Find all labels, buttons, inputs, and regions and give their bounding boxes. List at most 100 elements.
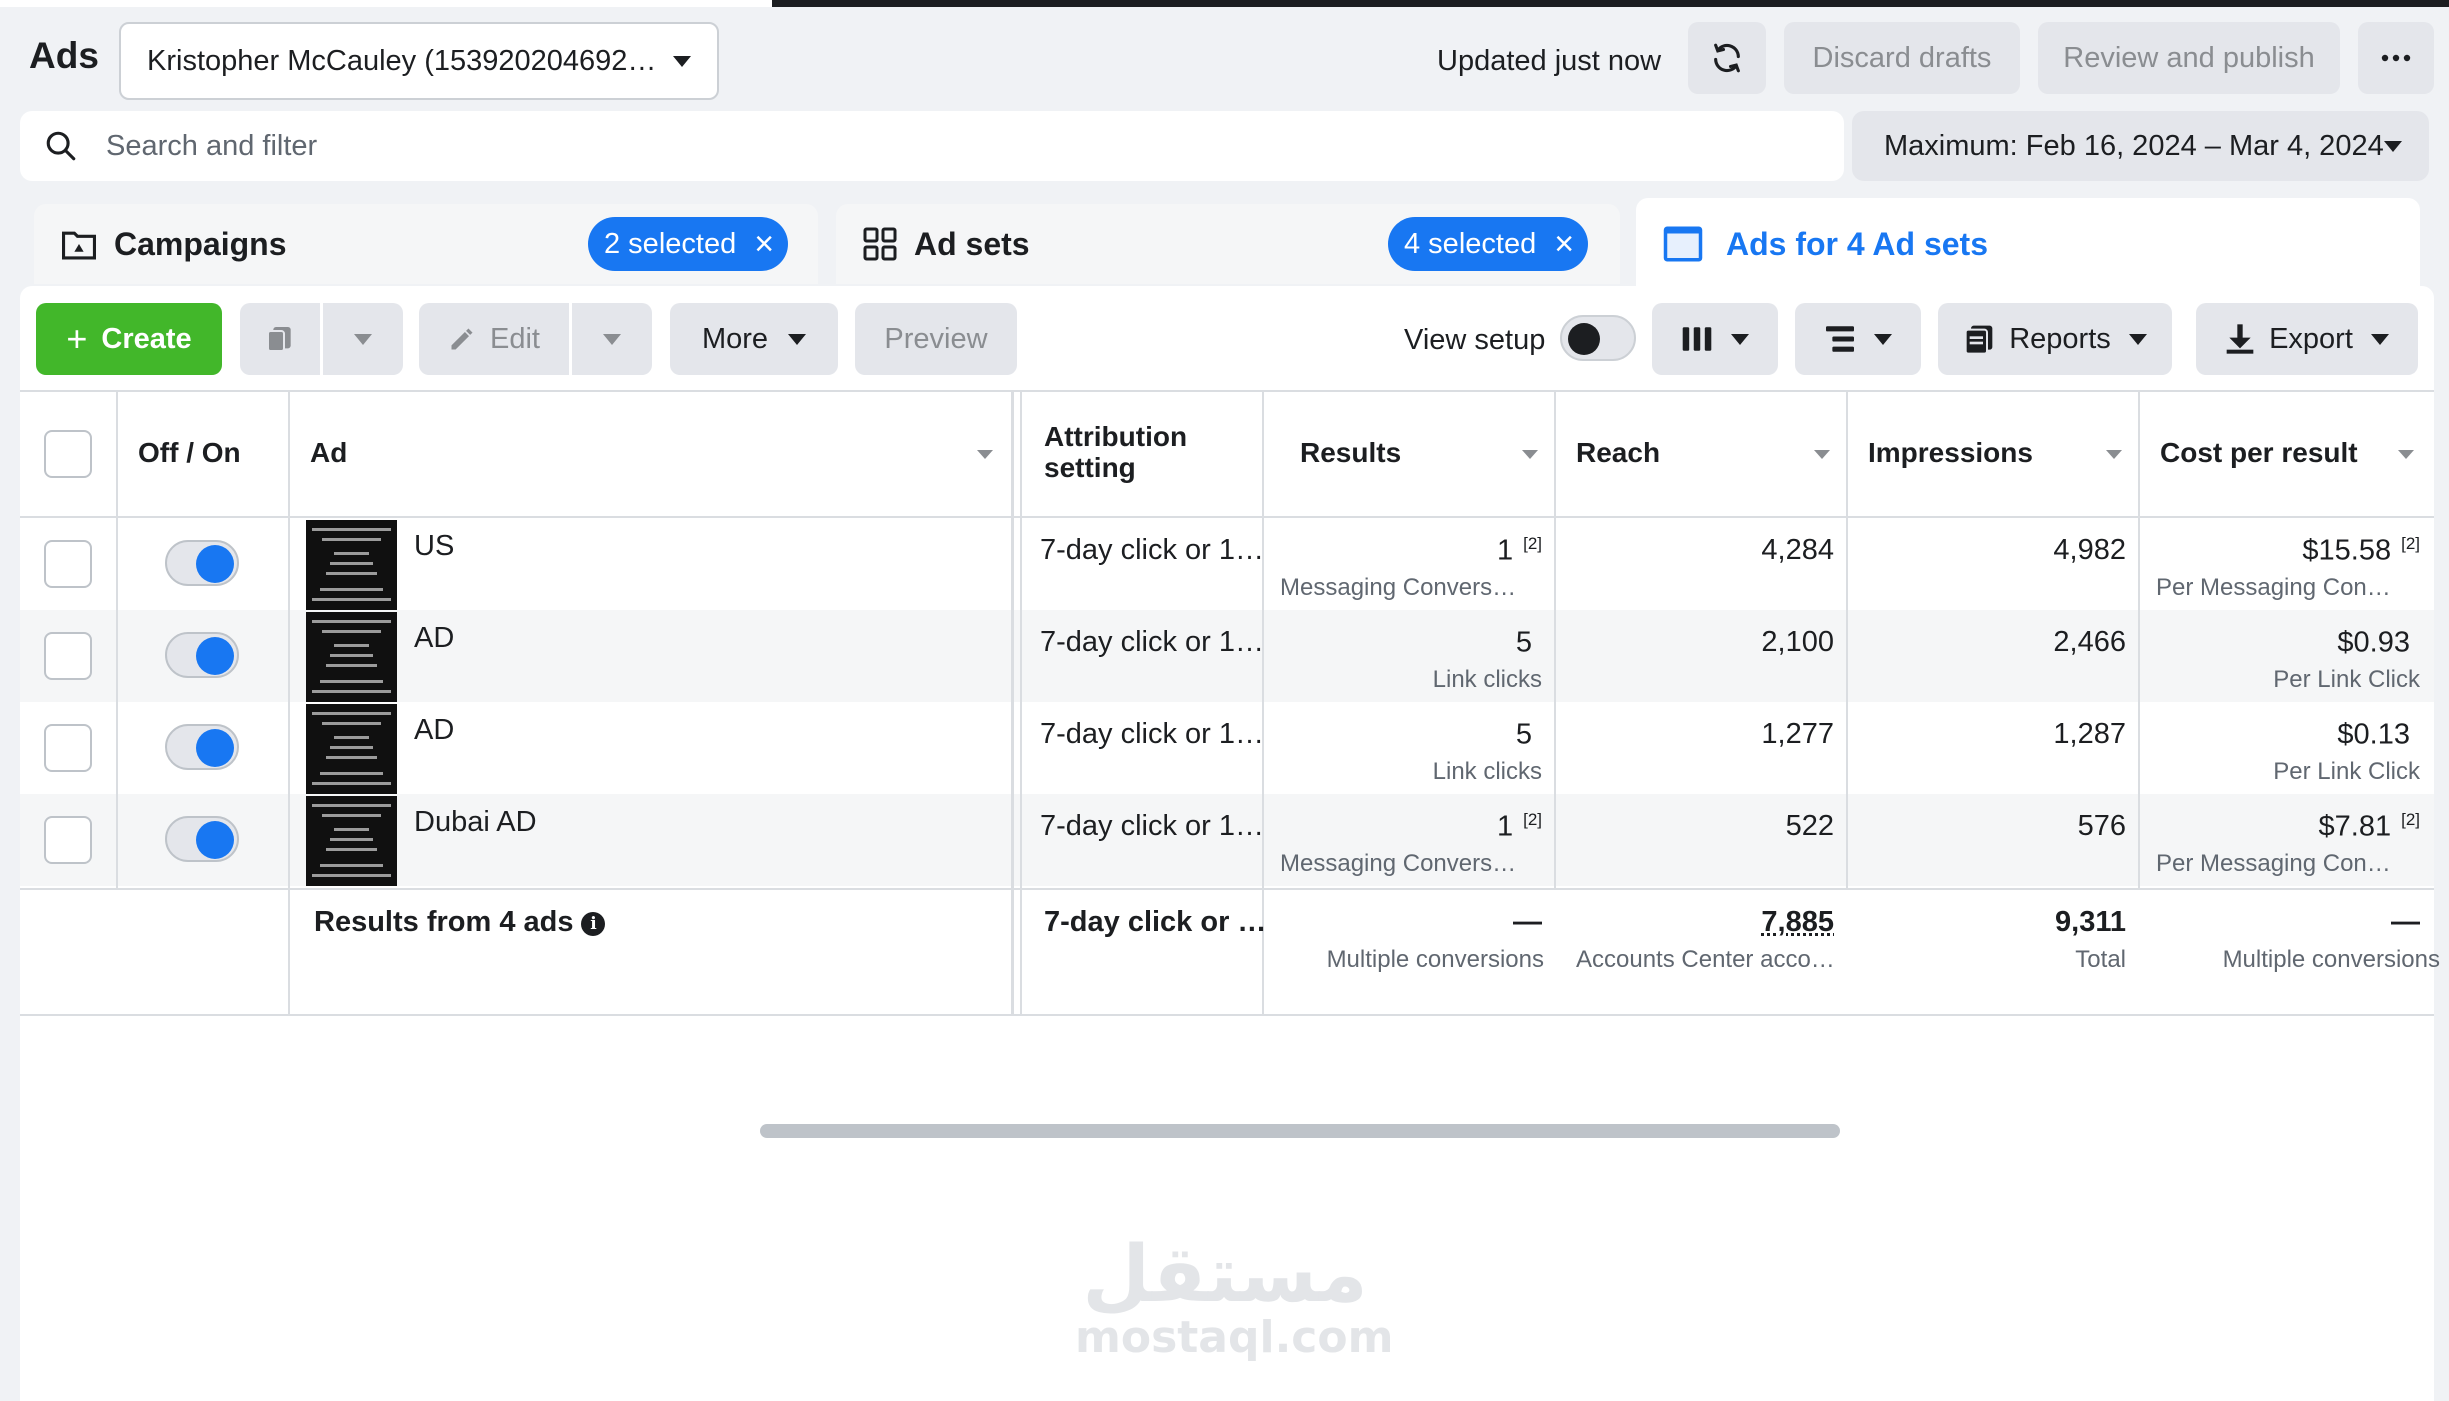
impressions-value: 576 xyxy=(2077,810,2126,842)
select-all-checkbox[interactable] xyxy=(44,430,92,478)
summary-reach-type: Accounts Center acco… xyxy=(1576,946,1835,973)
chevron-down-icon xyxy=(1731,333,1749,345)
row-checkbox[interactable] xyxy=(44,632,92,680)
duplicate-button[interactable] xyxy=(240,303,320,375)
plus-icon: + xyxy=(66,318,88,359)
reports-label: Reports xyxy=(2009,322,2111,355)
ad-name[interactable]: AD xyxy=(414,714,454,747)
summary-cost: — xyxy=(2391,906,2420,938)
chevron-down-icon xyxy=(2128,333,2147,345)
close-icon[interactable]: × xyxy=(754,227,774,261)
row-checkbox[interactable] xyxy=(44,816,92,864)
ad-name[interactable]: US xyxy=(414,530,454,563)
sort-icon[interactable] xyxy=(977,450,993,459)
close-icon[interactable]: × xyxy=(1554,227,1574,261)
reports-icon xyxy=(1964,325,1993,355)
sort-icon[interactable] xyxy=(2398,450,2414,459)
header: Ads Kristopher McCauley (153920204692… U… xyxy=(0,7,2449,107)
column-header-reach[interactable]: Reach xyxy=(1576,390,1660,516)
edit-dropdown-button[interactable] xyxy=(572,303,652,375)
cost-type: Per Link Click xyxy=(2273,758,2420,785)
tab-ad-sets[interactable]: Ad sets 4 selected × xyxy=(836,204,1620,284)
results-value: 1 [2] xyxy=(1496,534,1542,567)
chevron-down-icon xyxy=(2370,333,2389,345)
export-label: Export xyxy=(2269,322,2353,355)
column-header-off-on[interactable]: Off / On xyxy=(138,390,241,516)
summary-reach[interactable]: 7,885 xyxy=(1564,906,1834,939)
ad-name[interactable]: Dubai AD xyxy=(414,806,537,839)
ellipsis-icon xyxy=(2381,54,2411,62)
selected-count: 4 selected xyxy=(1404,227,1537,260)
ad-on-toggle[interactable] xyxy=(165,816,239,862)
results-value: 5 xyxy=(1515,626,1532,659)
cost-type: Per Messaging Con… xyxy=(2156,574,2391,601)
more-button[interactable]: More xyxy=(670,303,838,375)
campaigns-selected-pill[interactable]: 2 selected × xyxy=(588,217,789,271)
watermark: مستقل mostaql.com xyxy=(1075,1230,1393,1363)
results-type: Messaging Convers… xyxy=(1280,574,1517,601)
tab-ads[interactable]: Ads for 4 Ad sets xyxy=(1636,198,2420,290)
tab-label: Campaigns xyxy=(114,225,287,262)
ad-thumbnail[interactable] xyxy=(306,612,397,702)
export-button[interactable]: Export xyxy=(2196,303,2418,375)
info-icon[interactable]: i xyxy=(581,912,606,936)
refresh-button[interactable] xyxy=(1688,22,1766,94)
folder-icon xyxy=(62,231,96,260)
view-setup-toggle[interactable] xyxy=(1560,315,1636,361)
columns-button[interactable] xyxy=(1652,303,1778,375)
grid-icon xyxy=(863,227,897,261)
ad-thumbnail[interactable] xyxy=(306,796,397,886)
ad-icon xyxy=(1663,226,1703,262)
sort-icon[interactable] xyxy=(2106,450,2122,459)
attribution-value: 7-day click or 1… xyxy=(1040,810,1265,842)
impressions-value: 1,287 xyxy=(2053,718,2126,750)
reports-button[interactable]: Reports xyxy=(1938,303,2172,375)
tab-campaigns[interactable]: Campaigns 2 selected × xyxy=(34,204,818,284)
preview-button[interactable]: Preview xyxy=(855,303,1017,375)
column-header-impressions[interactable]: Impressions xyxy=(1868,390,2033,516)
column-header-attribution[interactable]: Attribution setting xyxy=(1044,390,1244,516)
ad-on-toggle[interactable] xyxy=(165,724,239,770)
account-selector[interactable]: Kristopher McCauley (153920204692… xyxy=(119,22,719,100)
row-checkbox[interactable] xyxy=(44,540,92,588)
sort-icon[interactable] xyxy=(1522,450,1538,459)
edit-button[interactable]: Edit xyxy=(419,303,569,375)
duplicate-dropdown-button[interactable] xyxy=(323,303,403,375)
download-icon xyxy=(2226,324,2254,354)
create-button[interactable]: + Create xyxy=(36,303,222,375)
chevron-down-icon xyxy=(354,333,372,345)
horizontal-scrollbar[interactable] xyxy=(760,1124,1840,1138)
ad-thumbnail[interactable] xyxy=(306,704,397,794)
discard-drafts-button[interactable]: Discard drafts xyxy=(1784,22,2020,94)
account-name: Kristopher McCauley (153920204692… xyxy=(147,44,657,77)
adsets-selected-pill[interactable]: 4 selected × xyxy=(1388,217,1589,271)
impressions-value: 2,466 xyxy=(2053,626,2126,658)
results-type: Link clicks xyxy=(1432,758,1542,785)
ad-on-toggle[interactable] xyxy=(165,632,239,678)
ad-name[interactable]: AD xyxy=(414,622,454,655)
pencil-icon xyxy=(451,328,473,350)
row-checkbox[interactable] xyxy=(44,724,92,772)
cost-value: $15.58 [2] xyxy=(2302,534,2420,567)
cost-value: $0.93 xyxy=(2337,626,2410,659)
column-header-cost-per-result[interactable]: Cost per result xyxy=(2160,390,2358,516)
summary-label: Results from 4 ads i xyxy=(314,906,606,939)
ad-on-toggle[interactable] xyxy=(165,540,239,586)
reach-value: 1,277 xyxy=(1761,718,1834,750)
tab-label: Ad sets xyxy=(914,225,1030,262)
column-header-ad[interactable]: Ad xyxy=(310,390,347,516)
column-header-results[interactable]: Results xyxy=(1300,390,1401,516)
ad-thumbnail[interactable] xyxy=(306,520,397,610)
summary-impressions: 9,311 xyxy=(2055,906,2126,938)
results-type: Messaging Convers… xyxy=(1280,850,1517,877)
chevron-down-icon xyxy=(2383,140,2402,152)
date-range-picker[interactable]: Maximum: Feb 16, 2024 – Mar 4, 2024 xyxy=(1852,111,2429,181)
create-label: Create xyxy=(101,322,192,355)
search-input[interactable]: Search and filter xyxy=(20,111,1844,181)
breakdown-button[interactable] xyxy=(1795,303,1921,375)
selected-count: 2 selected xyxy=(604,227,737,260)
review-publish-button[interactable]: Review and publish xyxy=(2038,22,2340,94)
attribution-value: 7-day click or 1… xyxy=(1040,626,1265,658)
sort-icon[interactable] xyxy=(1814,450,1830,459)
more-options-button[interactable] xyxy=(2358,22,2434,94)
